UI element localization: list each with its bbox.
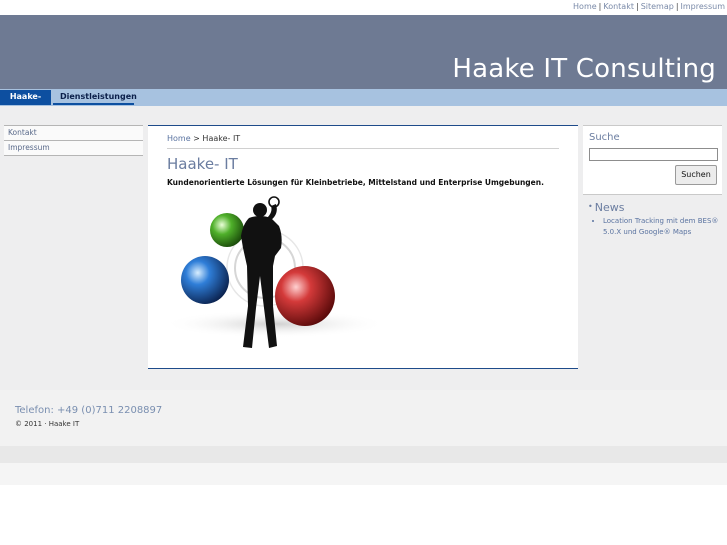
breadcrumb: Home > Haake- IT bbox=[167, 134, 559, 149]
footer-phone: Telefon: +49 (0)711 2208897 bbox=[15, 405, 163, 416]
news-item: Location Tracking mit dem BES® 5.0.X und… bbox=[603, 216, 727, 238]
sidebar-menu: Kontakt Impressum bbox=[4, 125, 143, 156]
news-heading-label: News bbox=[594, 201, 625, 214]
toplink-separator: | bbox=[635, 2, 639, 11]
header-banner: Haake IT Consulting bbox=[0, 15, 727, 89]
toplink-sitemap[interactable]: Sitemap bbox=[641, 2, 674, 11]
hero-image-businessman-globes bbox=[165, 196, 387, 348]
site-brand-title: Haake IT Consulting bbox=[452, 54, 716, 84]
search-label: Suche bbox=[589, 132, 620, 143]
green-globe bbox=[210, 213, 244, 247]
nav-tab-haake-it[interactable]: Haake- IT bbox=[0, 90, 51, 115]
red-globe bbox=[275, 266, 335, 326]
toplink-separator: | bbox=[675, 2, 679, 11]
page-lead-text: Kundenorientierte Lösungen für Kleinbetr… bbox=[167, 178, 544, 187]
breadcrumb-current: Haake- IT bbox=[202, 134, 241, 143]
news-bullet-icon: • bbox=[588, 202, 593, 211]
news-heading: • News bbox=[588, 201, 727, 214]
news-item-link[interactable]: Location Tracking mit dem BES® 5.0.X und… bbox=[603, 217, 718, 236]
nav-tab-dienstleistungen[interactable]: Dienstleistungen bbox=[53, 90, 137, 105]
footer-copyright: © 2011 · Haake IT bbox=[15, 420, 80, 428]
search-panel: Suche Suchen bbox=[583, 125, 722, 195]
blue-globe bbox=[181, 256, 229, 304]
hero-floor-shadow bbox=[165, 310, 387, 338]
sidebar-item-kontakt[interactable]: Kontakt bbox=[4, 126, 143, 141]
main-navigation: Haake- IT Dienstleistungen bbox=[0, 89, 727, 115]
breadcrumb-home-link[interactable]: Home bbox=[167, 134, 191, 143]
search-button[interactable]: Suchen bbox=[675, 165, 717, 185]
footer-band bbox=[0, 446, 727, 463]
toplink-home[interactable]: Home bbox=[573, 2, 597, 11]
toplink-impressum[interactable]: Impressum bbox=[681, 2, 725, 11]
toplink-kontakt[interactable]: Kontakt bbox=[603, 2, 634, 11]
sidebar-item-impressum[interactable]: Impressum bbox=[4, 141, 143, 156]
news-list: Location Tracking mit dem BES® 5.0.X und… bbox=[588, 216, 727, 238]
news-panel: •News Location Tracking mit dem BES® 5.0… bbox=[588, 201, 727, 238]
breadcrumb-separator: > bbox=[193, 134, 200, 143]
page-title: Haake- IT bbox=[167, 155, 238, 173]
top-links-bar: Home | Kontakt | Sitemap | Impressum bbox=[0, 0, 727, 15]
search-input[interactable] bbox=[589, 148, 718, 161]
footer: Telefon: +49 (0)711 2208897 © 2011 · Haa… bbox=[0, 390, 727, 446]
main-content: Home > Haake- IT Haake- IT Kundenorienti… bbox=[148, 125, 578, 369]
footer-band-light bbox=[0, 463, 727, 485]
